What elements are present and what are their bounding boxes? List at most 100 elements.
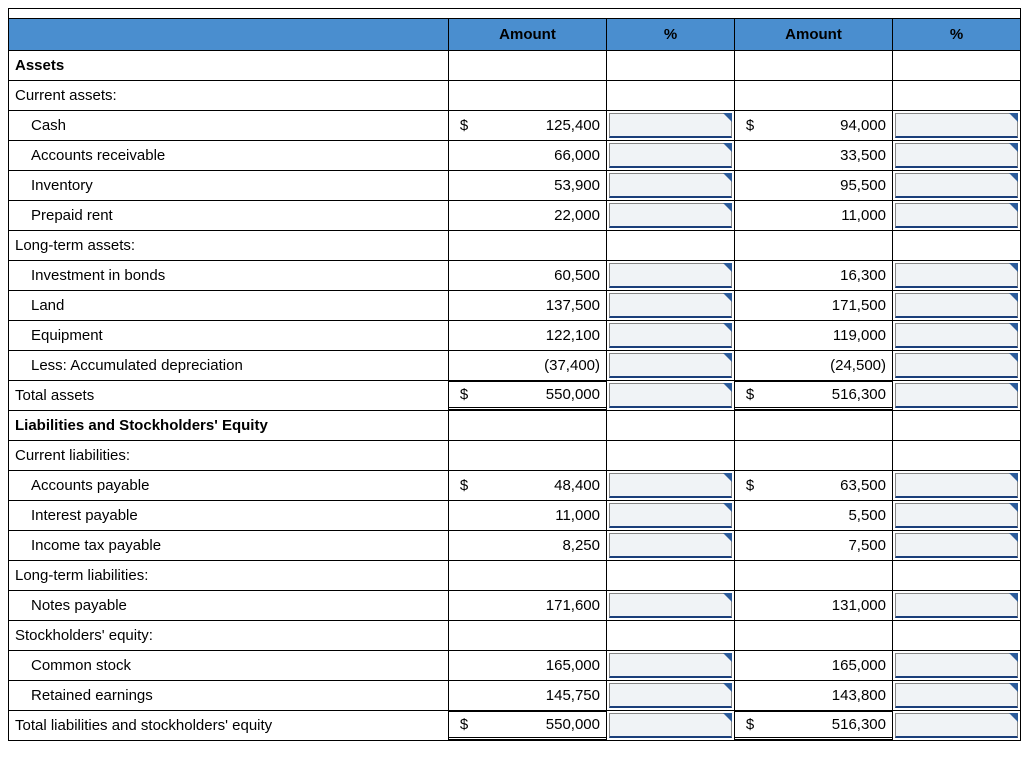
- percent-input[interactable]: [895, 173, 1018, 198]
- amount-cell: 33,500: [735, 141, 893, 171]
- amount-cell: 5,500: [735, 501, 893, 531]
- percent-cell[interactable]: [607, 651, 735, 681]
- currency-symbol: $: [735, 111, 765, 140]
- amount-cell: $48,400: [449, 471, 607, 501]
- percent-cell[interactable]: [607, 711, 735, 741]
- percent-input[interactable]: [895, 143, 1018, 168]
- percent-input[interactable]: [895, 593, 1018, 618]
- percent-input[interactable]: [895, 293, 1018, 318]
- percent-cell[interactable]: [893, 201, 1021, 231]
- percent-cell[interactable]: [893, 261, 1021, 291]
- amount-value: 516,300: [765, 381, 892, 410]
- currency-symbol: [449, 531, 479, 560]
- percent-cell[interactable]: [893, 321, 1021, 351]
- currency-symbol: [735, 621, 765, 650]
- percent-input[interactable]: [895, 113, 1018, 138]
- percent-input[interactable]: [895, 683, 1018, 708]
- percent-input[interactable]: [895, 653, 1018, 678]
- percent-input[interactable]: [895, 503, 1018, 528]
- percent-cell[interactable]: [607, 111, 735, 141]
- amount-value: (37,400): [479, 351, 606, 380]
- percent-cell[interactable]: [607, 591, 735, 621]
- percent-cell[interactable]: [607, 141, 735, 171]
- amount-value: 5,500: [765, 501, 892, 530]
- table-row: Accounts payable$48,400$63,500: [9, 471, 1021, 501]
- percent-input[interactable]: [609, 113, 732, 138]
- percent-input[interactable]: [609, 173, 732, 198]
- percent-input[interactable]: [609, 503, 732, 528]
- percent-cell[interactable]: [893, 141, 1021, 171]
- currency-symbol: $: [735, 471, 765, 500]
- percent-input[interactable]: [609, 473, 732, 498]
- percent-input[interactable]: [609, 263, 732, 288]
- percent-input[interactable]: [895, 203, 1018, 228]
- percent-input[interactable]: [609, 323, 732, 348]
- amount-cell: 122,100: [449, 321, 607, 351]
- amount-value: (24,500): [765, 351, 892, 380]
- amount-cell: 8,250: [449, 531, 607, 561]
- amount-value: [765, 81, 892, 110]
- percent-cell[interactable]: [893, 501, 1021, 531]
- percent-cell[interactable]: [893, 531, 1021, 561]
- row-label: Less: Accumulated depreciation: [9, 351, 449, 381]
- percent-cell[interactable]: [607, 261, 735, 291]
- percent-cell[interactable]: [607, 171, 735, 201]
- percent-cell[interactable]: [607, 381, 735, 411]
- amount-cell: 145,750: [449, 681, 607, 711]
- percent-cell[interactable]: [893, 591, 1021, 621]
- percent-cell[interactable]: [607, 351, 735, 381]
- percent-cell: [607, 51, 735, 81]
- percent-input[interactable]: [895, 353, 1018, 378]
- percent-input[interactable]: [609, 203, 732, 228]
- percent-input[interactable]: [895, 713, 1018, 738]
- percent-input[interactable]: [895, 383, 1018, 408]
- amount-value: 60,500: [479, 261, 606, 290]
- row-label: Current liabilities:: [9, 441, 449, 471]
- percent-input[interactable]: [609, 653, 732, 678]
- currency-symbol: [735, 681, 765, 710]
- percent-cell[interactable]: [893, 711, 1021, 741]
- percent-cell[interactable]: [607, 471, 735, 501]
- percent-cell[interactable]: [893, 651, 1021, 681]
- amount-value: 122,100: [479, 321, 606, 350]
- amount-cell: [735, 621, 893, 651]
- amount-cell: 11,000: [449, 501, 607, 531]
- table-row: Retained earnings145,750143,800: [9, 681, 1021, 711]
- percent-cell[interactable]: [607, 321, 735, 351]
- amount-cell: [735, 561, 893, 591]
- amount-cell: 7,500: [735, 531, 893, 561]
- percent-input[interactable]: [609, 533, 732, 558]
- percent-input[interactable]: [895, 263, 1018, 288]
- percent-cell[interactable]: [607, 291, 735, 321]
- percent-cell[interactable]: [893, 471, 1021, 501]
- percent-input[interactable]: [895, 533, 1018, 558]
- currency-symbol: [449, 441, 479, 470]
- amount-cell: $550,000: [449, 381, 607, 411]
- header-amount-1: Amount: [449, 19, 607, 51]
- percent-cell[interactable]: [893, 381, 1021, 411]
- amount-value: 165,000: [765, 651, 892, 680]
- percent-cell[interactable]: [893, 171, 1021, 201]
- percent-cell[interactable]: [893, 681, 1021, 711]
- percent-cell[interactable]: [607, 501, 735, 531]
- amount-value: 550,000: [479, 381, 606, 410]
- percent-input[interactable]: [609, 353, 732, 378]
- table-row: Stockholders' equity:: [9, 621, 1021, 651]
- percent-input[interactable]: [609, 383, 732, 408]
- percent-input[interactable]: [609, 713, 732, 738]
- currency-symbol: [449, 411, 479, 440]
- percent-cell[interactable]: [893, 351, 1021, 381]
- percent-cell[interactable]: [893, 111, 1021, 141]
- percent-cell[interactable]: [607, 201, 735, 231]
- percent-input[interactable]: [609, 293, 732, 318]
- percent-input[interactable]: [895, 323, 1018, 348]
- percent-cell[interactable]: [893, 291, 1021, 321]
- currency-symbol: $: [735, 711, 765, 740]
- percent-input[interactable]: [609, 143, 732, 168]
- percent-input[interactable]: [609, 593, 732, 618]
- percent-input[interactable]: [895, 473, 1018, 498]
- row-label: Total assets: [9, 381, 449, 411]
- percent-input[interactable]: [609, 683, 732, 708]
- percent-cell[interactable]: [607, 531, 735, 561]
- percent-cell[interactable]: [607, 681, 735, 711]
